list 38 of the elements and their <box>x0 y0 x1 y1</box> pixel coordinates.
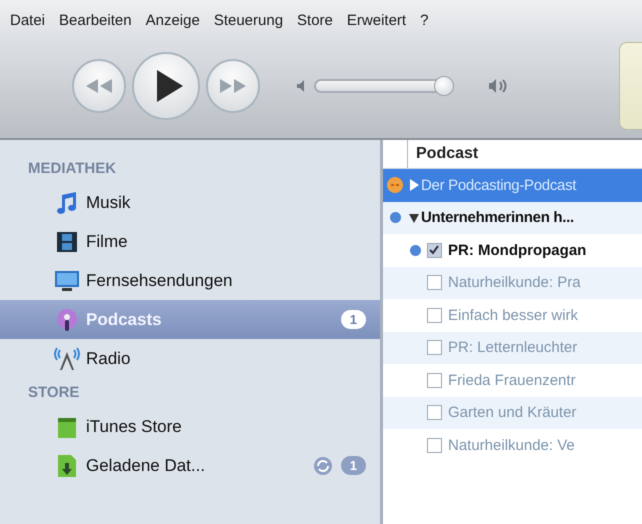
section-heading: STORE <box>27 383 80 403</box>
menu-item[interactable]: Datei <box>10 12 46 34</box>
sidebar-item[interactable]: Filme <box>0 222 380 261</box>
volume-slider[interactable] <box>314 79 452 93</box>
menu-item[interactable]: Bearbeiten <box>59 12 132 34</box>
column-header[interactable]: Podcast <box>408 145 478 163</box>
section-heading: MEDIATHEK <box>27 159 118 179</box>
sidebar-item[interactable]: Podcasts 1 <box>0 300 380 339</box>
menu-item[interactable]: ? <box>420 12 428 34</box>
checkbox[interactable] <box>427 275 442 290</box>
sidebar-item[interactable]: Radio <box>0 339 380 378</box>
fast-forward-icon <box>218 78 248 94</box>
sidebar-item[interactable]: iTunes Store <box>0 407 380 446</box>
checkbox[interactable] <box>427 242 442 258</box>
menu-item[interactable]: Steuerung <box>214 12 284 34</box>
count-badge: 1 <box>340 456 366 475</box>
sidebar-item[interactable]: Musik <box>0 183 380 222</box>
menu-item[interactable]: Store <box>297 12 333 34</box>
fast-forward-button[interactable] <box>206 59 260 113</box>
menu-item[interactable]: Erweitert <box>346 12 406 34</box>
count-badge: 1 <box>340 310 366 329</box>
rewind-button[interactable] <box>72 59 126 113</box>
checkbox[interactable] <box>427 340 442 356</box>
checkbox[interactable] <box>427 405 442 420</box>
episode-row[interactable]: PR: Mondpropagan <box>383 234 642 266</box>
sidebar-item[interactable]: Fernsehsendungen <box>0 261 380 300</box>
expanded-arrow-icon[interactable] <box>409 212 421 223</box>
radio-tower-icon <box>54 346 80 372</box>
rewind-icon <box>84 78 114 94</box>
checkbox[interactable] <box>427 308 442 323</box>
play-icon <box>154 69 184 103</box>
checkbox[interactable] <box>427 438 442 453</box>
checkbox[interactable] <box>427 372 442 388</box>
collapsed-arrow-icon[interactable] <box>409 179 421 192</box>
menu-item[interactable]: Anzeige <box>146 12 200 34</box>
podcast-icon <box>54 306 80 332</box>
sidebar-item[interactable]: Geladene Dat... 1 <box>0 446 380 485</box>
podcast-row[interactable]: Unternehmerinnen h... <box>383 202 642 234</box>
